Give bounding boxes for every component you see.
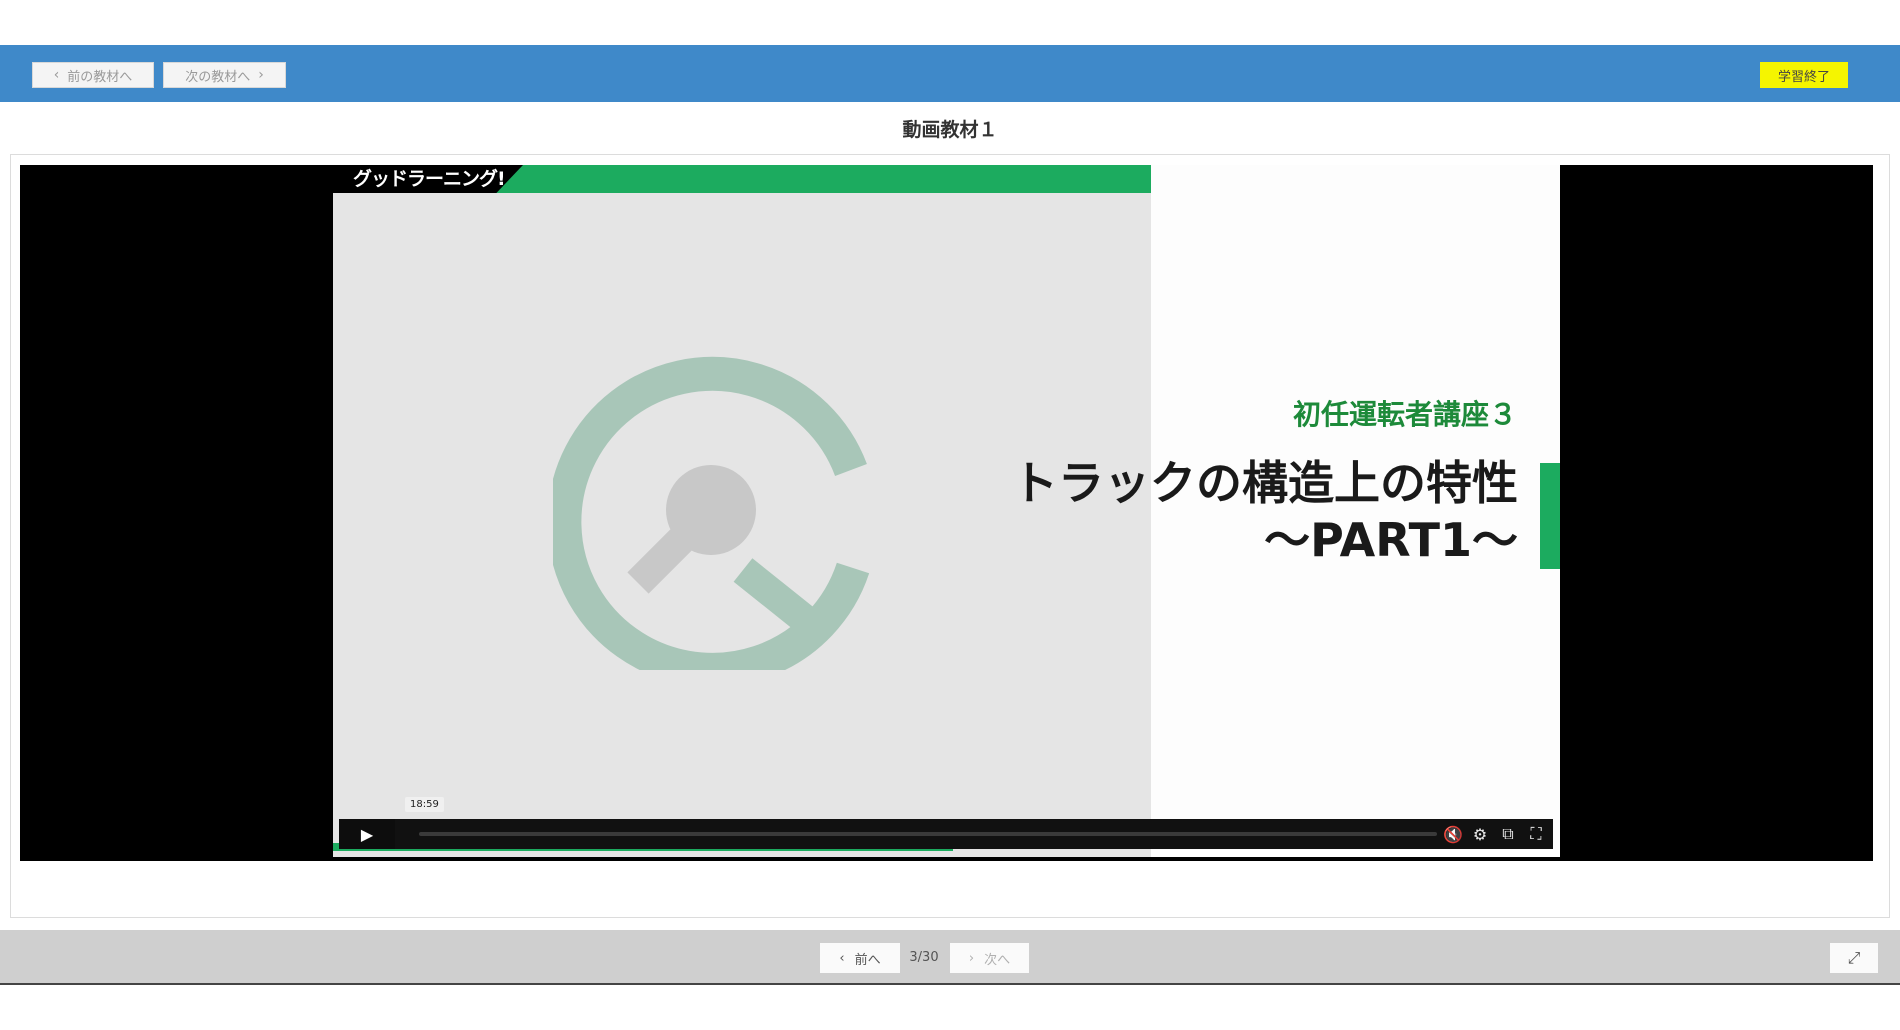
control-bar: ▶ 18:59 🔇 ⚙ ⧉ ⛶ [339,797,1553,849]
play-icon: ▶ [360,824,374,844]
fullscreen-icon[interactable]: ⛶ [1527,824,1545,844]
expand-icon: ⤢ [1847,948,1861,967]
next-material-button[interactable]: 次の教材へ › [163,62,286,88]
video-frame[interactable]: グッドラーニング! 初任運転者講座３ トラックの構造上の特性 ～PART1～ ▶… [333,165,1560,857]
next-material-label: 次の教材へ [185,69,251,85]
top-navigation-bar: ‹ 前の教材へ 次の教材へ › 学習終了 [0,45,1900,102]
course-label: 初任運転者講座３ [1292,398,1517,431]
prev-page-button[interactable]: ‹ 前へ [820,943,900,973]
volume-muted-icon[interactable]: 🔇 [1443,825,1463,844]
prev-page-label: 前へ [854,952,881,968]
brand-logo-icon [553,356,870,670]
prev-material-label: 前の教材へ [67,69,133,85]
video-title-line1: トラックの構造上の特性 [1012,456,1518,510]
divider [0,983,1900,985]
settings-gear-icon[interactable]: ⚙ [1471,825,1489,844]
chevron-right-icon: › [258,67,264,83]
next-page-button[interactable]: › 次へ [950,943,1029,973]
chevron-left-icon: ‹ [839,950,845,966]
page-counter: 3/30 [909,950,939,965]
finish-learning-button[interactable]: 学習終了 [1760,62,1848,88]
bottom-pager-bar: ‹ 前へ 3/30 › 次へ ⤢ [0,930,1900,985]
chevron-right-icon: › [968,950,975,966]
chevron-left-icon: ‹ [53,67,60,83]
time-tooltip: 18:59 [405,797,444,812]
video-player[interactable]: グッドラーニング! 初任運転者講座３ トラックの構造上の特性 ～PART1～ ▶… [20,165,1873,861]
brand-name: グッドラーニング! [353,168,506,190]
next-page-label: 次へ [984,952,1011,968]
picture-in-picture-icon[interactable]: ⧉ [1499,824,1517,844]
video-title-line2: ～PART1～ [1264,513,1518,567]
page-title: 動画教材１ [902,119,998,141]
seek-bar[interactable] [419,832,1437,836]
video-title: トラックの構造上の特性 ～PART1～ [1012,455,1518,569]
play-button[interactable]: ▶ [339,819,395,849]
title-accent-bar [1540,463,1560,569]
prev-material-button[interactable]: ‹ 前の教材へ [32,62,154,88]
player-controls: ▶ 18:59 🔇 ⚙ ⧉ ⛶ [333,797,1560,857]
page-fullscreen-button[interactable]: ⤢ [1830,943,1878,973]
player-icon-group: 🔇 ⚙ ⧉ ⛶ [1443,819,1545,849]
